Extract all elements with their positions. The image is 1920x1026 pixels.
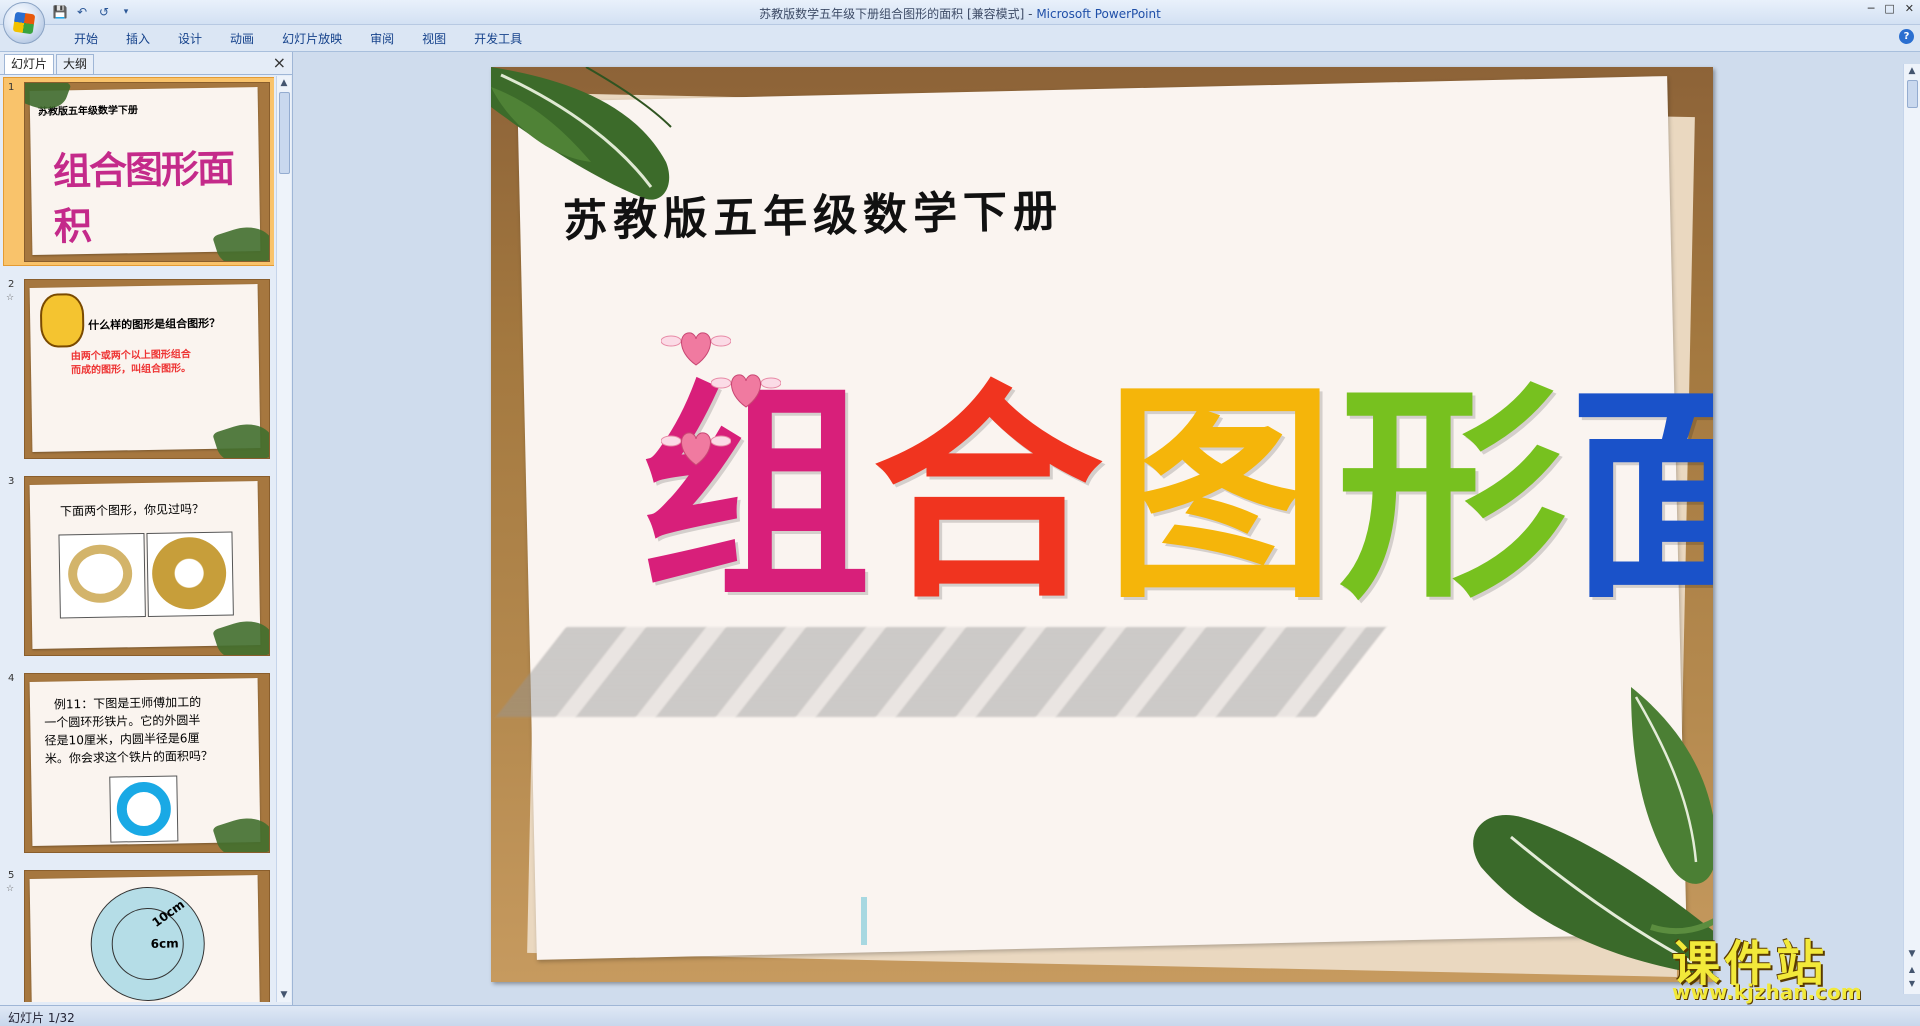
thumbnail-canvas: 什么样的图形是组合图形？ 由两个或两个以上图形组合 而成的图形，叫组合图形。 xyxy=(24,279,270,459)
thumbnail-canvas: 苏教版五年级数学下册 组合图形面积 xyxy=(24,82,270,262)
title-bar: 💾 ↶ ↺ ▾ 苏教版数学五年级下册组合图形的面积 [兼容模式] - Micro… xyxy=(0,0,1920,44)
tab-developer[interactable]: 开发工具 xyxy=(460,30,536,48)
tab-slideshow[interactable]: 幻灯片放映 xyxy=(268,30,356,48)
slide-counter: 幻灯片 1/32 xyxy=(8,1011,75,1025)
thumb-question: 下面两个图形，你见过吗？ xyxy=(59,501,205,519)
tab-animations[interactable]: 动画 xyxy=(216,30,268,48)
slide-title-wordart[interactable]: 组 合 图 形 面 积 xyxy=(641,367,1713,627)
thumb-text-1: 例11：下图是王师傅加工的 xyxy=(53,695,202,712)
main-scrollbar[interactable]: ▲ ▼ ▲ ▼ xyxy=(1903,64,1920,994)
thumbnail-paper: 什么样的图形是组合图形？ 由两个或两个以上图形组合 而成的图形，叫组合图形。 xyxy=(29,284,261,452)
thumbnail-paper: 例11：下图是王师傅加工的 一个圆环形铁片。它的外圆半 径是10厘米，内圆半径是… xyxy=(29,678,261,846)
status-bar: 幻灯片 1/32 xyxy=(0,1005,1920,1026)
thumbnail-paper: 苏教版五年级数学下册 组合图形面积 xyxy=(29,87,261,255)
tab-home[interactable]: 开始 xyxy=(60,30,112,48)
cd-shape xyxy=(151,536,227,610)
close-icon[interactable]: ✕ xyxy=(1905,2,1914,15)
tab-view[interactable]: 视图 xyxy=(408,30,460,48)
tab-slides[interactable]: 幻灯片 xyxy=(4,54,55,74)
annulus-image xyxy=(109,775,179,843)
bee-cartoon-icon xyxy=(39,293,85,348)
winged-heart-icon xyxy=(661,432,731,466)
slide-subtitle[interactable]: 苏教版五年级数学下册 xyxy=(562,175,1064,249)
outer-circle xyxy=(89,885,206,1002)
winged-heart-icon xyxy=(711,374,781,408)
title-char-4: 形 xyxy=(1337,363,1567,630)
cd-image xyxy=(146,531,234,617)
maximize-icon[interactable]: □ xyxy=(1884,2,1894,15)
thumbnail-canvas: 下面两个图形，你见过吗？ xyxy=(24,476,270,656)
thumbnail-list: 1 苏教版五年级数学下册 组合图形面积 2 ☆ 什么样的图形是组合图形？ 由两个… xyxy=(0,76,274,1002)
tab-outline[interactable]: 大纲 xyxy=(56,54,95,74)
thumbnail-scrollbar[interactable]: ▲ ▼ xyxy=(276,76,291,1002)
tab-design[interactable]: 设计 xyxy=(164,30,216,48)
title-char-3: 图 xyxy=(1105,363,1335,630)
thumb-text-2: 一个圆环形铁片。它的外圆半 xyxy=(44,713,201,730)
thumb-text-4: 米。你会求这个铁片的面积吗？ xyxy=(44,748,214,766)
document-title: 苏教版数学五年级下册组合图形的面积 [兼容模式] - xyxy=(759,7,1037,21)
thumb-question: 什么样的图形是组合图形？ xyxy=(88,316,221,332)
window-controls: ─ □ ✕ xyxy=(1868,2,1914,15)
thumb-definition-2: 而成的图形，叫组合图形。 xyxy=(70,363,192,377)
scroll-up-icon[interactable]: ▲ xyxy=(1906,65,1918,77)
thumbnail-slide-3[interactable]: 3 下面两个图形，你见过吗？ xyxy=(0,470,274,660)
watermark-url: www.kjzhan.com xyxy=(1672,980,1862,1004)
tab-review[interactable]: 审阅 xyxy=(356,30,408,48)
thumbnail-canvas: 例11：下图是王师傅加工的 一个圆环形铁片。它的外圆半 径是10厘米，内圆半径是… xyxy=(24,673,270,853)
scroll-thumb[interactable] xyxy=(279,92,290,174)
office-logo-icon xyxy=(12,11,36,35)
title-char-5: 面 xyxy=(1569,363,1713,630)
winged-heart-icon xyxy=(661,332,731,366)
scroll-up-icon[interactable]: ▲ xyxy=(278,77,290,89)
scroll-down-icon[interactable]: ▼ xyxy=(278,989,290,1001)
thumbnail-slide-2[interactable]: 2 ☆ 什么样的图形是组合图形？ 由两个或两个以上图形组合 而成的图形，叫组合图… xyxy=(0,273,274,463)
slides-panel: 幻灯片 大纲 × 1 苏教版五年级数学下册 组合图形面积 2 ☆ 什么样的图形是… xyxy=(0,52,293,1005)
slide-number: 3 xyxy=(8,476,15,487)
animation-star-icon: ☆ xyxy=(6,884,15,894)
title-reflection-shadow xyxy=(495,627,1387,717)
help-icon[interactable]: ? xyxy=(1899,29,1914,44)
slide-number: 5 xyxy=(8,870,15,881)
slide-canvas[interactable]: 苏教版五年级数学下册 组 合 图 形 面 积 xyxy=(491,67,1713,982)
slide-number: 1 xyxy=(8,82,15,93)
inner-radius-label: 6cm xyxy=(150,936,179,951)
slide-number: 4 xyxy=(8,673,15,684)
office-button[interactable] xyxy=(3,2,45,44)
thumbnail-paper: 10cm 6cm xyxy=(29,875,261,1002)
thumbnail-slide-1[interactable]: 1 苏教版五年级数学下册 组合图形面积 xyxy=(0,76,274,266)
minimize-icon[interactable]: ─ xyxy=(1868,2,1875,15)
scroll-thumb[interactable] xyxy=(1907,80,1918,108)
app-name: Microsoft PowerPoint xyxy=(1036,7,1161,21)
tab-insert[interactable]: 插入 xyxy=(112,30,164,48)
slide-number: 2 xyxy=(8,279,15,290)
window-title: 苏教版数学五年级下册组合图形的面积 [兼容模式] - Microsoft Pow… xyxy=(0,5,1920,22)
thumbnail-canvas: 10cm 6cm xyxy=(24,870,270,1002)
annulus-shape xyxy=(116,781,172,837)
cursor-marker xyxy=(861,897,867,945)
panel-close-icon[interactable]: × xyxy=(273,53,286,72)
ring-image xyxy=(58,533,146,619)
title-char-2: 合 xyxy=(873,363,1103,630)
panel-tabs: 幻灯片 大纲 × xyxy=(0,52,292,75)
ring-shape xyxy=(67,544,133,604)
thumb-text-3: 径是10厘米，内圆半径是6厘 xyxy=(44,731,200,748)
thumbnail-slide-5[interactable]: 5 ☆ 10cm 6cm xyxy=(0,864,274,1002)
animation-star-icon: ☆ xyxy=(6,293,15,303)
thumbnail-paper: 下面两个图形，你见过吗？ xyxy=(29,481,261,649)
ribbon-tab-bar: 开始 插入 设计 动画 幻灯片放映 审阅 视图 开发工具 ? xyxy=(0,25,1920,52)
thumbnail-slide-4[interactable]: 4 例11：下图是王师傅加工的 一个圆环形铁片。它的外圆半 径是10厘米，内圆半… xyxy=(0,667,274,857)
watermark-logo: 课件站 www.kjzhan.com xyxy=(1668,924,1908,1004)
